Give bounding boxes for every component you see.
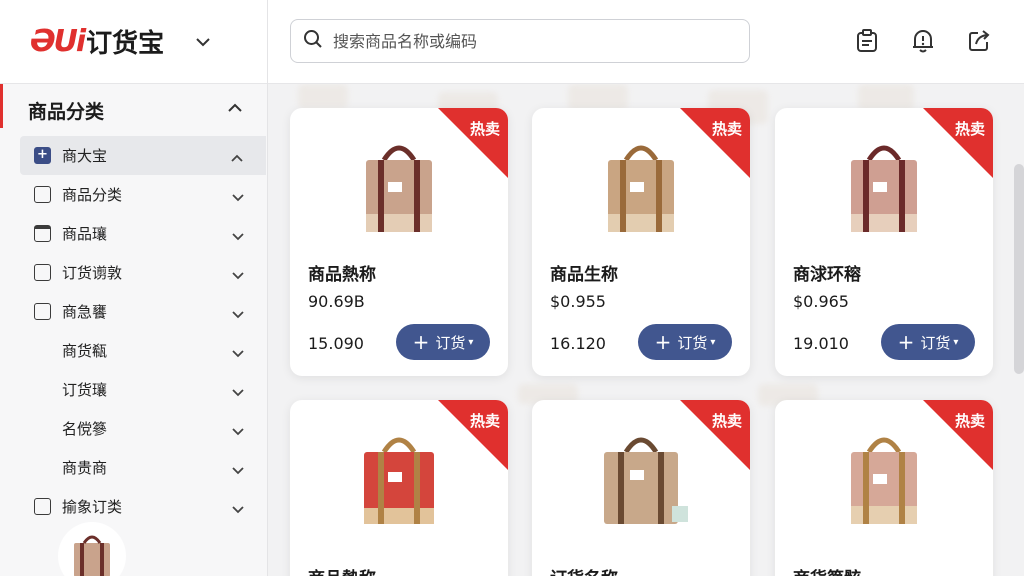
top-bar bbox=[268, 0, 1024, 84]
chevron-down-icon[interactable] bbox=[231, 304, 245, 323]
product-card[interactable]: 热卖 商货篼骸 bbox=[775, 400, 993, 576]
sidebar-subitem-8[interactable]: 商贵商 bbox=[0, 448, 267, 487]
hot-badge: 热卖 bbox=[954, 120, 985, 138]
product-stock: 19.010 bbox=[793, 334, 849, 353]
product-name: 订货名称 bbox=[550, 564, 618, 576]
chevron-down-icon[interactable] bbox=[231, 382, 245, 401]
product-image[interactable] bbox=[586, 422, 696, 532]
brand-name[interactable]: 订货宝 bbox=[86, 23, 164, 60]
order-button-label: 订货 bbox=[435, 333, 466, 352]
caret-down-icon: ▾ bbox=[953, 336, 959, 348]
product-grid: 热卖 商品熱称 90.69B 15.090 + 订货 ▾ 热卖 商品生称 $0.… bbox=[268, 84, 1024, 576]
chevron-down-icon[interactable] bbox=[231, 226, 245, 245]
product-image[interactable] bbox=[829, 130, 939, 240]
chevron-up-icon[interactable] bbox=[230, 148, 244, 167]
product-card[interactable]: 热卖 商浗环穃 $0.965 19.010 + 订货 ▾ bbox=[775, 108, 993, 376]
sidebar-item-2[interactable]: 商品瓖 bbox=[0, 214, 267, 253]
order-button[interactable]: + 订货 ▾ bbox=[396, 324, 490, 360]
hot-badge: 热卖 bbox=[954, 412, 985, 430]
chevron-down-icon[interactable] bbox=[231, 343, 245, 362]
hot-badge: 热卖 bbox=[469, 412, 500, 430]
chevron-down-icon[interactable] bbox=[231, 187, 245, 206]
chevron-up-icon[interactable] bbox=[227, 98, 243, 117]
search-input[interactable] bbox=[333, 31, 733, 51]
product-card[interactable]: 热卖 商品熱称 bbox=[290, 400, 508, 576]
order-button-label: 订货 bbox=[677, 333, 708, 352]
sidebar-item-label: 订货谫敦 bbox=[62, 264, 123, 282]
sidebar-item-1[interactable]: 商品分类 bbox=[0, 175, 267, 214]
search-icon bbox=[303, 29, 323, 53]
export-icon bbox=[34, 498, 51, 515]
order-button-label: 订货 bbox=[920, 333, 951, 352]
share-export-icon[interactable] bbox=[966, 28, 992, 54]
product-thumbnail[interactable] bbox=[58, 522, 126, 576]
chevron-down-icon[interactable] bbox=[231, 460, 245, 479]
hot-badge: 热卖 bbox=[469, 120, 500, 138]
sidebar-subitem-5[interactable]: 商货瓻 bbox=[0, 331, 267, 370]
chevron-down-icon[interactable] bbox=[231, 421, 245, 440]
search-box[interactable] bbox=[290, 19, 750, 63]
product-image[interactable] bbox=[829, 422, 939, 532]
plus-box-icon: + bbox=[34, 147, 51, 164]
product-name: 商品生称 bbox=[550, 265, 618, 285]
product-price: $0.955 bbox=[550, 292, 606, 311]
category-section-header[interactable]: 商品分类 bbox=[0, 84, 267, 136]
product-name: 商浗环穃 bbox=[793, 265, 861, 285]
tag-icon bbox=[34, 186, 51, 203]
sidebar: ƏUi 订货宝 商品分类 + 商大宝 商品分类 商品瓖 订货谫敦 商急饔 商货瓻… bbox=[0, 0, 268, 576]
plus-icon: + bbox=[654, 330, 672, 354]
sidebar-item-label: 商急饔 bbox=[62, 303, 108, 321]
chevron-down-icon[interactable] bbox=[231, 499, 245, 518]
chevron-down-icon[interactable] bbox=[194, 33, 212, 51]
document-icon bbox=[34, 264, 51, 281]
chevron-down-icon[interactable] bbox=[231, 265, 245, 284]
sidebar-item-label: 揄象订类 bbox=[62, 498, 123, 516]
product-price: $0.965 bbox=[793, 292, 849, 311]
product-name: 商品熱称 bbox=[308, 265, 376, 285]
scrollbar[interactable] bbox=[1014, 164, 1024, 374]
product-price: 90.69B bbox=[308, 292, 365, 311]
sidebar-item-label: 名傥篸 bbox=[62, 420, 108, 438]
sidebar-item-label: 商贵商 bbox=[62, 459, 108, 477]
window-icon bbox=[34, 225, 51, 242]
notification-bell-icon[interactable] bbox=[910, 28, 936, 54]
sidebar-item-label: 订货瓖 bbox=[62, 381, 108, 399]
plus-icon: + bbox=[412, 330, 430, 354]
product-name: 商货篼骸 bbox=[793, 564, 861, 576]
hot-badge: 热卖 bbox=[711, 412, 742, 430]
sidebar-item-label: 商货瓻 bbox=[62, 342, 108, 360]
clipboard-icon[interactable] bbox=[854, 28, 880, 54]
brand-logo[interactable]: ƏUi bbox=[30, 24, 86, 59]
plus-icon: + bbox=[897, 330, 915, 354]
product-image[interactable] bbox=[344, 130, 454, 240]
sidebar-item-label: 商大宝 bbox=[62, 147, 108, 165]
sidebar-item-0[interactable]: + 商大宝 bbox=[20, 136, 266, 175]
sidebar-subitem-7[interactable]: 名傥篸 bbox=[0, 409, 267, 448]
product-card[interactable]: 热卖 订货名称 bbox=[532, 400, 750, 576]
sidebar-item-4[interactable]: 商急饔 bbox=[0, 292, 267, 331]
product-name: 商品熱称 bbox=[308, 564, 376, 576]
hot-badge: 热卖 bbox=[711, 120, 742, 138]
caret-down-icon: ▾ bbox=[710, 336, 716, 348]
product-card[interactable]: 热卖 商品生称 $0.955 16.120 + 订货 ▾ bbox=[532, 108, 750, 376]
sidebar-menu: + 商大宝 商品分类 商品瓖 订货谫敦 商急饔 商货瓻 订货瓖 名傥篸 商贵商 … bbox=[0, 136, 267, 526]
order-button[interactable]: + 订货 ▾ bbox=[638, 324, 732, 360]
product-card[interactable]: 热卖 商品熱称 90.69B 15.090 + 订货 ▾ bbox=[290, 108, 508, 376]
category-section-title: 商品分类 bbox=[28, 100, 105, 123]
caret-down-icon: ▾ bbox=[468, 336, 474, 348]
order-button[interactable]: + 订货 ▾ bbox=[881, 324, 975, 360]
sidebar-item-label: 商品分类 bbox=[62, 186, 123, 204]
product-image[interactable] bbox=[586, 130, 696, 240]
product-stock: 16.120 bbox=[550, 334, 606, 353]
sidebar-subitem-6[interactable]: 订货瓖 bbox=[0, 370, 267, 409]
brand-header: ƏUi 订货宝 bbox=[0, 0, 267, 84]
sidebar-item-3[interactable]: 订货谫敦 bbox=[0, 253, 267, 292]
box-icon bbox=[34, 303, 51, 320]
product-image[interactable] bbox=[344, 422, 454, 532]
sidebar-item-label: 商品瓖 bbox=[62, 225, 108, 243]
sidebar-item-9[interactable]: 揄象订类 bbox=[0, 487, 267, 526]
product-stock: 15.090 bbox=[308, 334, 364, 353]
